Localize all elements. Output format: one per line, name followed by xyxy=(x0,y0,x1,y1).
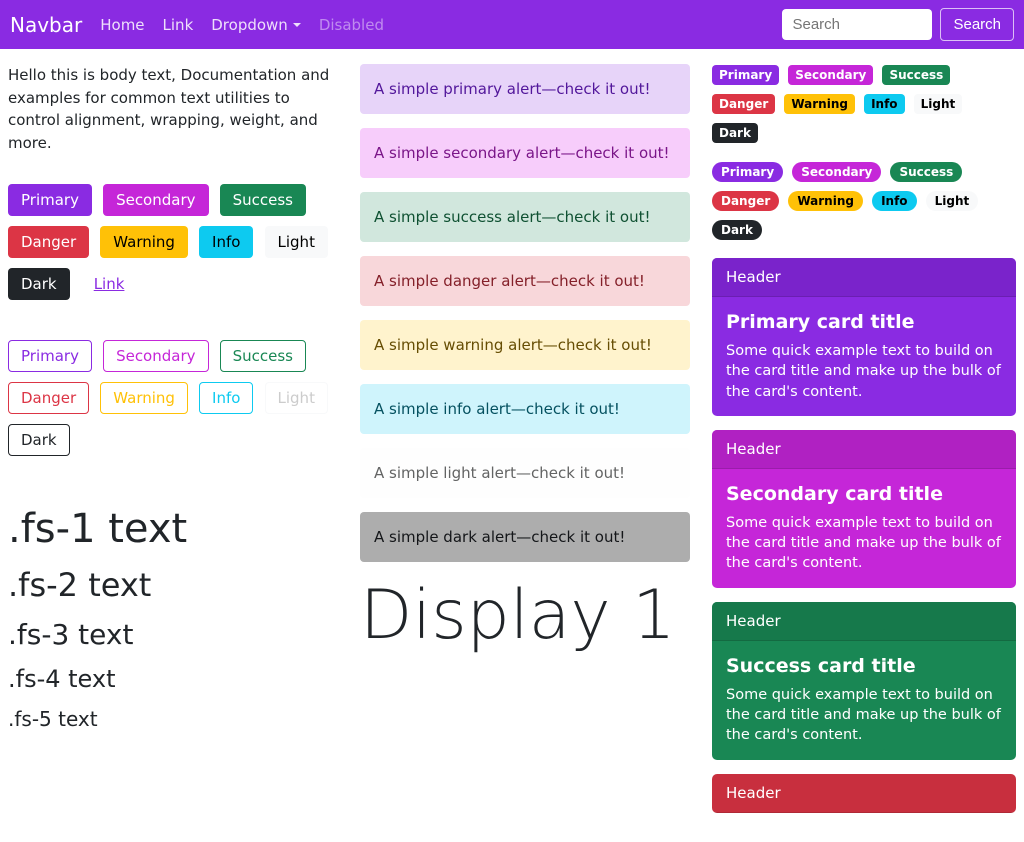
badge-primary: Primary xyxy=(712,65,779,85)
chevron-down-icon xyxy=(293,23,301,27)
secondary-button[interactable]: Secondary xyxy=(103,184,208,216)
badge-info: Info xyxy=(864,94,904,114)
alert-success: A simple success alert—check it out! xyxy=(360,192,690,242)
pill-badge-secondary: Secondary xyxy=(792,162,881,182)
card-header: Header xyxy=(712,258,1016,297)
card-title: Primary card title xyxy=(726,311,1002,333)
card-header: Header xyxy=(712,602,1016,641)
card-text: Some quick example text to build on the … xyxy=(726,341,1002,402)
pill-badge-dark: Dark xyxy=(712,220,762,240)
link-button[interactable]: Link xyxy=(81,268,138,300)
card-danger: Header xyxy=(712,774,1016,813)
badge-light: Light xyxy=(914,94,963,114)
outline-secondary-button[interactable]: Secondary xyxy=(103,340,208,372)
badge-warning: Warning xyxy=(784,94,855,114)
fs-5-text: .fs-5 text xyxy=(8,707,338,731)
card-primary: Header Primary card title Some quick exa… xyxy=(712,258,1016,416)
intro-text: Hello this is body text, Documentation a… xyxy=(8,64,338,154)
pill-badge-success: Success xyxy=(890,162,962,182)
dark-button[interactable]: Dark xyxy=(8,268,70,300)
badge-dark: Dark xyxy=(712,123,758,143)
display-1-heading: Display 1 xyxy=(360,576,690,655)
outline-danger-button[interactable]: Danger xyxy=(8,382,89,414)
nav-dropdown[interactable]: Dropdown xyxy=(211,16,301,34)
solid-buttons-row: Primary Secondary Success Danger Warning… xyxy=(8,184,338,310)
badge-danger: Danger xyxy=(712,94,775,114)
navbar-brand[interactable]: Navbar xyxy=(10,13,82,37)
outline-light-button[interactable]: Light xyxy=(265,382,328,414)
card-header: Header xyxy=(712,430,1016,469)
nav-link[interactable]: Link xyxy=(163,16,194,34)
light-button[interactable]: Light xyxy=(265,226,328,258)
info-button[interactable]: Info xyxy=(199,226,253,258)
pill-badge-info: Info xyxy=(872,191,916,211)
warning-button[interactable]: Warning xyxy=(100,226,188,258)
outline-buttons-row: Primary Secondary Success Danger Warning… xyxy=(8,340,338,466)
pill-badge-group: Primary Secondary Success Danger Warning… xyxy=(712,161,1016,248)
outline-primary-button[interactable]: Primary xyxy=(8,340,92,372)
alert-danger: A simple danger alert—check it out! xyxy=(360,256,690,306)
outline-dark-button[interactable]: Dark xyxy=(8,424,70,456)
card-title: Success card title xyxy=(726,655,1002,677)
alert-secondary: A simple secondary alert—check it out! xyxy=(360,128,690,178)
card-secondary: Header Secondary card title Some quick e… xyxy=(712,430,1016,588)
fs-2-text: .fs-2 text xyxy=(8,566,338,604)
alert-warning: A simple warning alert—check it out! xyxy=(360,320,690,370)
danger-button[interactable]: Danger xyxy=(8,226,89,258)
badge-success: Success xyxy=(882,65,950,85)
pill-badge-primary: Primary xyxy=(712,162,783,182)
pill-badge-light: Light xyxy=(926,191,979,211)
card-text: Some quick example text to build on the … xyxy=(726,685,1002,746)
alert-dark: A simple dark alert—check it out! xyxy=(360,512,690,562)
card-text: Some quick example text to build on the … xyxy=(726,513,1002,574)
alert-info: A simple info alert—check it out! xyxy=(360,384,690,434)
card-success: Header Success card title Some quick exa… xyxy=(712,602,1016,760)
outline-warning-button[interactable]: Warning xyxy=(100,382,188,414)
success-button[interactable]: Success xyxy=(220,184,306,216)
search-input[interactable] xyxy=(782,9,932,40)
primary-button[interactable]: Primary xyxy=(8,184,92,216)
fs-4-text: .fs-4 text xyxy=(8,665,338,693)
card-header: Header xyxy=(712,774,1016,813)
pill-badge-danger: Danger xyxy=(712,191,779,211)
alert-light: A simple light alert—check it out! xyxy=(360,448,690,498)
fs-1-text: .fs-1 text xyxy=(8,506,338,552)
navbar: Navbar Home Link Dropdown Disabled Searc… xyxy=(0,0,1024,49)
card-title: Secondary card title xyxy=(726,483,1002,505)
badge-group: Primary Secondary Success Danger Warning… xyxy=(712,64,1016,151)
alert-primary: A simple primary alert—check it out! xyxy=(360,64,690,114)
pill-badge-warning: Warning xyxy=(788,191,863,211)
search-button[interactable]: Search xyxy=(940,8,1014,41)
nav-home[interactable]: Home xyxy=(100,16,144,34)
fs-3-text: .fs-3 text xyxy=(8,618,338,651)
nav-dropdown-label: Dropdown xyxy=(211,16,288,34)
outline-success-button[interactable]: Success xyxy=(220,340,306,372)
outline-info-button[interactable]: Info xyxy=(199,382,253,414)
badge-secondary: Secondary xyxy=(788,65,873,85)
nav-disabled: Disabled xyxy=(319,16,384,34)
fs-list: .fs-1 text .fs-2 text .fs-3 text .fs-4 t… xyxy=(8,506,338,731)
